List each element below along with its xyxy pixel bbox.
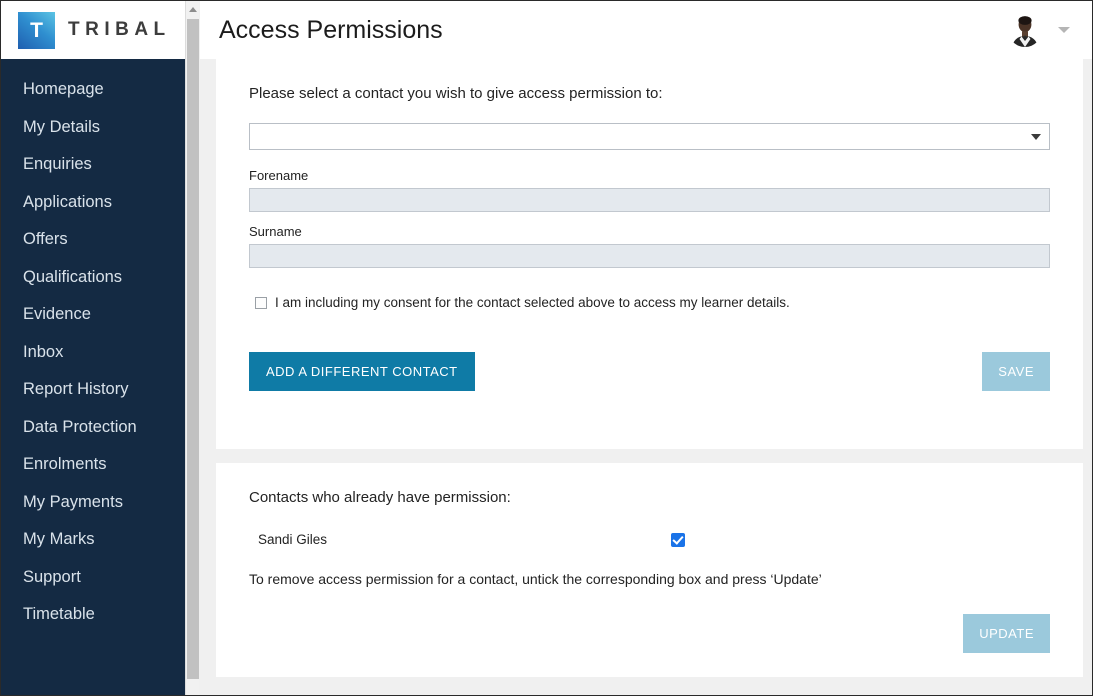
form-lead-text: Please select a contact you wish to give…	[249, 85, 663, 102]
application-window: T TRIBAL Homepage My Details Enquiries A…	[0, 0, 1093, 696]
sidebar-nav: Homepage My Details Enquiries Applicatio…	[1, 59, 185, 634]
sidebar-scrollbar[interactable]	[185, 1, 199, 695]
forename-field[interactable]	[249, 188, 1050, 212]
surname-field[interactable]	[249, 244, 1050, 268]
scrollbar-thumb[interactable]	[187, 19, 199, 679]
sidebar-item-timetable[interactable]: Timetable	[1, 596, 185, 634]
sidebar-item-report-history[interactable]: Report History	[1, 371, 185, 409]
panel-separator	[216, 449, 1083, 463]
sidebar-item-enrolments[interactable]: Enrolments	[1, 446, 185, 484]
update-button[interactable]: UPDATE	[963, 614, 1050, 653]
sidebar-item-my-details[interactable]: My Details	[1, 109, 185, 147]
main-region: Access Permissions Please select a conta…	[200, 1, 1092, 695]
consent-label: I am including my consent for the contac…	[275, 295, 790, 310]
consent-row: I am including my consent for the contac…	[249, 294, 1050, 312]
sidebar-item-evidence[interactable]: Evidence	[1, 296, 185, 334]
brand-name: TRIBAL	[68, 19, 171, 40]
permissions-lead-text: Contacts who already have permission:	[249, 489, 511, 506]
user-menu[interactable]	[1008, 13, 1070, 47]
consent-checkbox[interactable]	[255, 297, 267, 309]
contact-name: Sandi Giles	[258, 532, 328, 547]
avatar[interactable]	[1008, 13, 1042, 47]
top-bar: Access Permissions	[200, 1, 1092, 59]
content-area: Please select a contact you wish to give…	[200, 59, 1092, 677]
chevron-down-icon	[1031, 133, 1041, 140]
forename-label: Forename	[249, 168, 309, 183]
sidebar-item-enquiries[interactable]: Enquiries	[1, 146, 185, 184]
contact-permission-checkbox[interactable]	[671, 532, 685, 547]
save-button[interactable]: SAVE	[982, 351, 1050, 391]
access-permission-form-panel: Please select a contact you wish to give…	[216, 59, 1083, 449]
sidebar-item-inbox[interactable]: Inbox	[1, 334, 185, 372]
surname-label: Surname	[249, 224, 302, 239]
sidebar-item-support[interactable]: Support	[1, 559, 185, 597]
chevron-down-icon[interactable]	[1058, 27, 1070, 33]
existing-permissions-panel: Contacts who already have permission: Sa…	[216, 463, 1083, 677]
permissions-button-row: UPDATE	[249, 614, 1050, 653]
add-a-different-contact-button[interactable]: ADD A DIFFERENT CONTACT	[249, 351, 475, 391]
scroll-up-arrow-icon[interactable]	[186, 1, 199, 17]
form-button-row: ADD A DIFFERENT CONTACT SAVE	[249, 351, 1050, 391]
logo-letter: T	[30, 18, 43, 42]
table-row: Sandi Giles	[249, 532, 1050, 547]
page-title: Access Permissions	[219, 15, 443, 44]
sidebar-item-applications[interactable]: Applications	[1, 184, 185, 222]
sidebar-item-homepage[interactable]: Homepage	[1, 71, 185, 109]
brand-header: T TRIBAL	[1, 1, 185, 59]
sidebar-item-qualifications[interactable]: Qualifications	[1, 259, 185, 297]
sidebar: T TRIBAL Homepage My Details Enquiries A…	[1, 1, 185, 695]
tribal-logo-icon: T	[18, 11, 55, 49]
contact-select[interactable]	[249, 123, 1050, 150]
sidebar-item-offers[interactable]: Offers	[1, 221, 185, 259]
sidebar-item-my-payments[interactable]: My Payments	[1, 484, 185, 522]
sidebar-item-my-marks[interactable]: My Marks	[1, 521, 185, 559]
sidebar-item-data-protection[interactable]: Data Protection	[1, 409, 185, 447]
remove-permission-hint: To remove access permission for a contac…	[249, 571, 822, 587]
